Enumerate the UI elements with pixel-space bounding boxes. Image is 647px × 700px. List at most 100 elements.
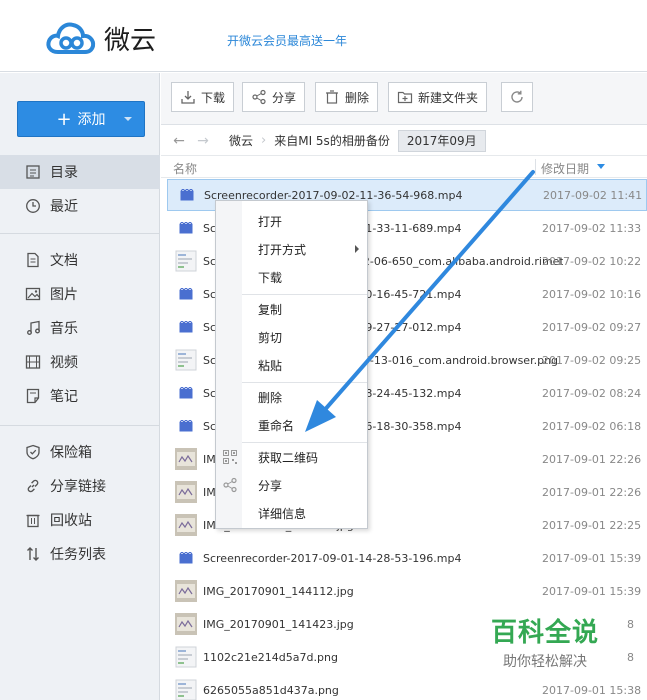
sidebar-item-label: 视频 <box>50 355 78 371</box>
sidebar-divider <box>0 425 160 426</box>
sidebar-item-video[interactable]: 视频 <box>0 345 160 379</box>
file-date: 2017-09-02 10:22 <box>542 254 642 268</box>
menu-item-label: 复制 <box>258 302 283 317</box>
clock-icon <box>24 197 42 215</box>
menu-item-label: 打开方式 <box>258 242 307 257</box>
file-name: IMG_20170901_144112.jpg <box>203 584 354 598</box>
sidebar-item-share-links[interactable]: 分享链接 <box>0 469 160 503</box>
video-file-icon <box>175 547 197 569</box>
document-icon <box>24 251 42 269</box>
menu-item-open[interactable]: 打开 <box>216 207 367 235</box>
breadcrumb-album[interactable]: 来自MI 5s的相册备份 <box>266 130 398 152</box>
column-divider <box>535 159 536 175</box>
delete-button-label: 删除 <box>345 90 370 105</box>
sidebar-item-notes[interactable]: 笔记 <box>0 379 160 413</box>
app-header: 微云 开微云会员最高送一年 <box>0 0 647 72</box>
menu-item-cut[interactable]: 剪切 <box>216 323 367 351</box>
photo-thumbnail-icon <box>175 514 197 536</box>
download-button[interactable]: 下载 <box>171 82 235 112</box>
sidebar-item-images[interactable]: 图片 <box>0 277 160 311</box>
breadcrumb-current[interactable]: 2017年09月 <box>397 129 486 152</box>
breadcrumb-root[interactable]: 微云 <box>221 130 261 152</box>
image-icon <box>24 285 42 303</box>
sidebar: + 添加 目录 最近 文档 图片 音乐 视频 笔记 保险箱 分享链接 回收站 任… <box>0 73 160 700</box>
file-row[interactable]: 6265055a851d437a.png 2017-09-01 15:38 <box>167 674 647 700</box>
file-name: 6265055a851d437a.png <box>203 683 339 697</box>
sidebar-item-label: 文档 <box>50 253 78 269</box>
menu-item-open-with[interactable]: 打开方式 <box>216 235 367 263</box>
file-date: 8 <box>627 617 634 631</box>
music-icon <box>24 319 42 337</box>
add-button[interactable]: + 添加 <box>17 101 145 137</box>
menu-item-label: 分享 <box>258 478 283 493</box>
sidebar-item-label: 任务列表 <box>50 547 106 563</box>
menu-item-details[interactable]: 详细信息 <box>216 499 367 527</box>
watermark-subtitle: 助你轻松解决 <box>503 654 587 670</box>
file-date: 2017-09-01 22:25 <box>542 518 642 532</box>
new-folder-button[interactable]: 新建文件夹 <box>388 82 488 112</box>
video-icon <box>24 353 42 371</box>
video-file-icon <box>175 217 197 239</box>
context-menu: 打开 打开方式 下载 复制 剪切 粘贴 删除 重命名 获取二维码 分享 详细信息 <box>215 200 368 529</box>
forward-arrow-icon[interactable]: → <box>193 133 213 149</box>
file-name: Screenrecorder-2017-09-01-14-28-53-196.m… <box>203 551 462 565</box>
menu-item-label: 重命名 <box>258 418 295 433</box>
file-date: 2017-09-02 06:18 <box>542 419 642 433</box>
menu-item-delete[interactable]: 删除 <box>216 383 367 411</box>
sidebar-item-label: 笔记 <box>50 389 78 405</box>
share-button[interactable]: 分享 <box>242 82 306 112</box>
file-date: 2017-09-01 15:39 <box>542 551 642 565</box>
column-header: 名称 修改日期 <box>161 156 647 178</box>
video-file-icon <box>175 415 197 437</box>
file-date: 2017-09-01 15:38 <box>542 683 642 697</box>
caret-down-icon <box>124 117 132 121</box>
file-row[interactable]: IMG_20170901_144112.jpg 2017-09-01 15:39 <box>167 575 647 607</box>
logo[interactable]: 微云 <box>44 18 156 58</box>
menu-item-copy[interactable]: 复制 <box>216 295 367 323</box>
sidebar-item-recycle-bin[interactable]: 回收站 <box>0 503 160 537</box>
share-icon <box>252 89 266 105</box>
menu-item-label: 删除 <box>258 390 283 405</box>
sidebar-item-recent[interactable]: 最近 <box>0 189 160 223</box>
menu-item-label: 打开 <box>258 214 283 229</box>
menu-item-rename[interactable]: 重命名 <box>216 411 367 439</box>
delete-button[interactable]: 删除 <box>315 82 379 112</box>
menu-item-paste[interactable]: 粘贴 <box>216 351 367 379</box>
trash-icon <box>326 90 338 104</box>
menu-item-share[interactable]: 分享 <box>216 471 367 499</box>
vip-promo-link[interactable]: 开微云会员最高送一年 <box>227 32 347 49</box>
file-date: 2017-09-02 10:16 <box>542 287 642 301</box>
sidebar-item-safe[interactable]: 保险箱 <box>0 435 160 469</box>
file-row[interactable]: Screenrecorder-2017-09-01-14-28-53-196.m… <box>167 542 647 574</box>
menu-item-label: 剪切 <box>258 330 283 345</box>
video-file-icon <box>175 382 197 404</box>
menu-item-qrcode[interactable]: 获取二维码 <box>216 443 367 471</box>
column-name[interactable]: 名称 <box>173 160 197 177</box>
logo-text: 微云 <box>104 25 157 56</box>
file-date: 8 <box>627 650 634 664</box>
refresh-button[interactable] <box>501 82 533 112</box>
sidebar-item-label: 保险箱 <box>50 445 92 461</box>
sidebar-item-directory[interactable]: 目录 <box>0 155 160 189</box>
file-date: 2017-09-02 09:27 <box>542 320 642 334</box>
video-file-icon <box>175 316 197 338</box>
watermark-title: 百科全说 <box>490 618 599 648</box>
image-thumbnail-icon <box>175 349 197 371</box>
menu-item-label: 下载 <box>258 270 283 285</box>
sidebar-item-task-list[interactable]: 任务列表 <box>0 537 160 571</box>
column-modified[interactable]: 修改日期 <box>541 160 589 177</box>
sidebar-item-music[interactable]: 音乐 <box>0 311 160 345</box>
list-icon <box>24 163 42 181</box>
sidebar-divider <box>0 233 160 234</box>
menu-item-label: 获取二维码 <box>258 450 319 465</box>
sort-desc-icon[interactable] <box>597 164 605 169</box>
sidebar-item-label: 目录 <box>50 165 78 181</box>
back-arrow-icon[interactable]: ← <box>169 133 189 149</box>
transfer-icon <box>24 545 42 563</box>
photo-thumbnail-icon <box>175 580 197 602</box>
photo-thumbnail-icon <box>175 613 197 635</box>
sidebar-item-documents[interactable]: 文档 <box>0 243 160 277</box>
menu-item-download[interactable]: 下载 <box>216 263 367 291</box>
qrcode-icon <box>223 450 237 464</box>
download-button-label: 下载 <box>201 90 226 105</box>
